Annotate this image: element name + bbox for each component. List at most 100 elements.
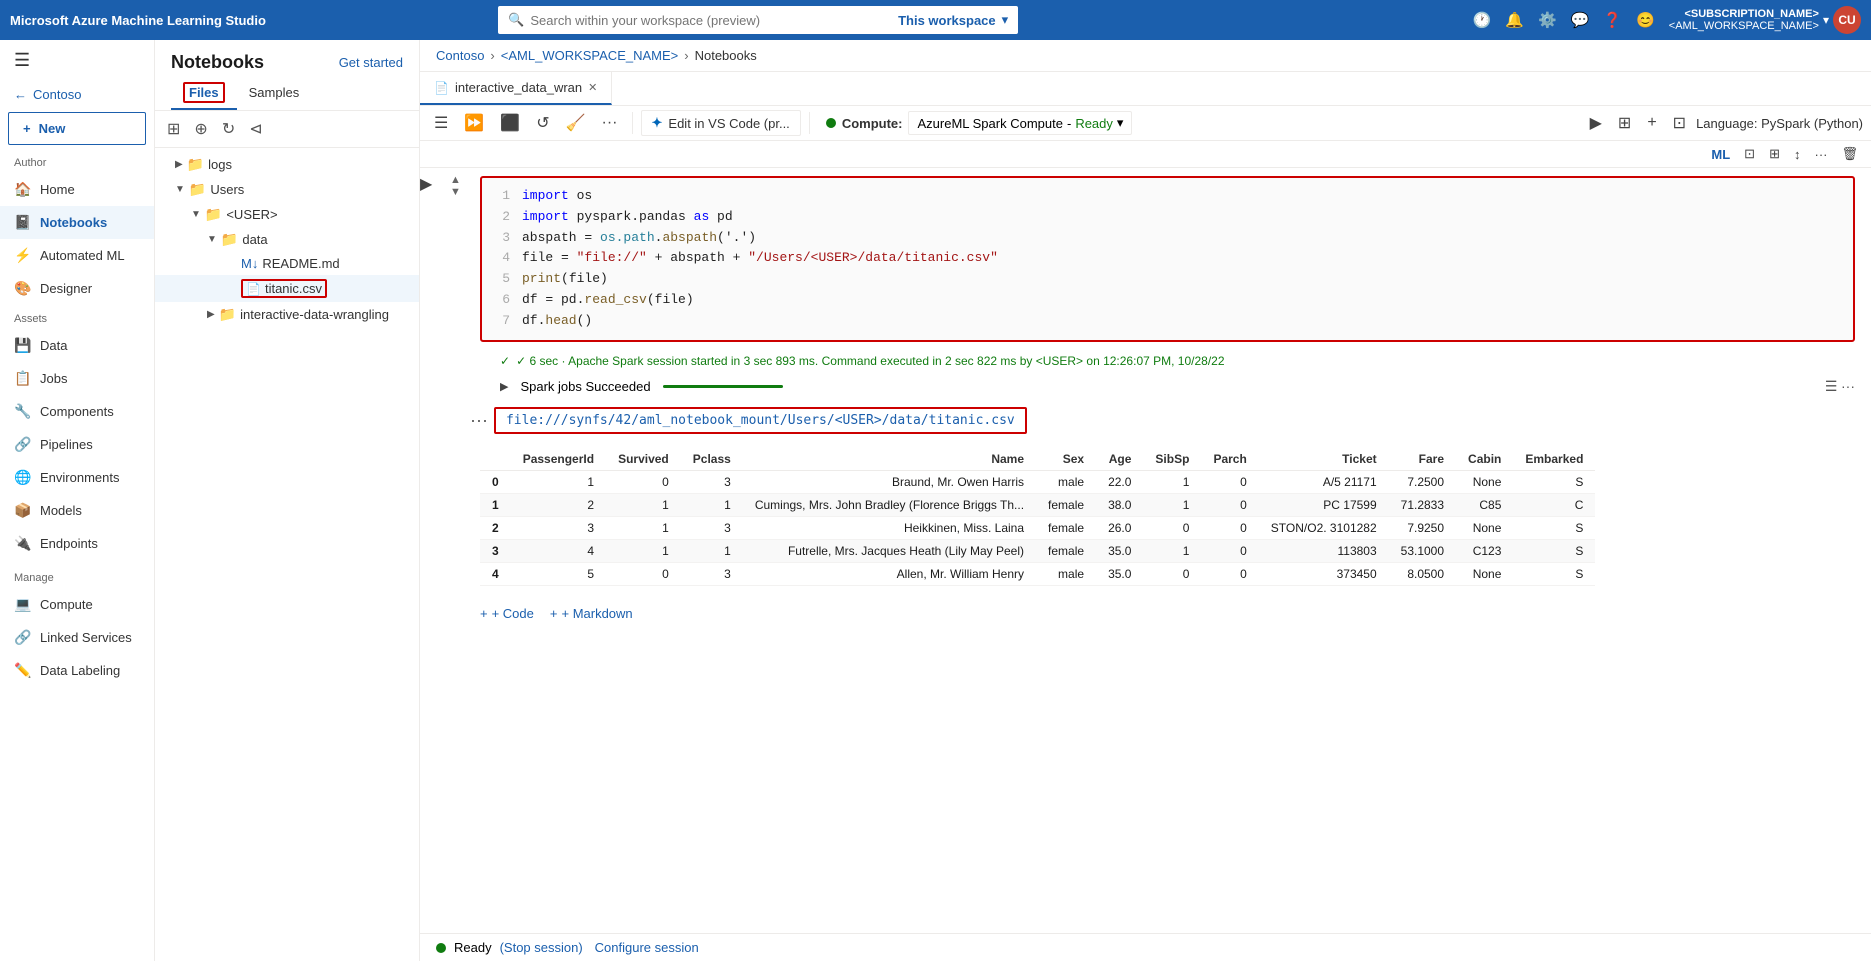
toolbar-stop-btn[interactable]: ⬛ — [494, 110, 526, 136]
refresh-btn[interactable]: ↻ — [218, 117, 239, 141]
add-cell-row: + + Code + + Markdown — [420, 594, 1871, 633]
upload-btn[interactable]: ⊕ — [190, 117, 211, 141]
table-header-row: PassengerId Survived Pclass Name Sex Age… — [480, 448, 1595, 471]
environments-icon: 🌐 — [14, 469, 32, 486]
sidebar-item-linked-services[interactable]: 🔗 Linked Services — [0, 621, 154, 654]
search-bar[interactable]: 🔍 This workspace ▾ — [498, 6, 1018, 34]
bell-icon[interactable]: 🔔 — [1505, 11, 1524, 29]
avatar[interactable]: CU — [1833, 6, 1861, 34]
help-icon[interactable]: ❓ — [1603, 11, 1622, 29]
sidebar-item-jobs[interactable]: 📋 Jobs — [0, 362, 154, 395]
sidebar-item-home[interactable]: 🏠 Home — [0, 173, 154, 206]
spark-more-btn[interactable]: ☰ ··· — [1825, 378, 1855, 395]
table-cell: 3 — [511, 516, 606, 539]
toolbar-more-btn[interactable]: ··· — [596, 111, 624, 135]
add-code-btn[interactable]: + + Code — [480, 606, 534, 621]
notebook-tabs: 📄 interactive_data_wran ✕ — [420, 72, 1871, 106]
sidebar-item-compute[interactable]: 💻 Compute — [0, 588, 154, 621]
workspace-dropdown-icon[interactable]: ▾ — [1002, 12, 1009, 28]
sidebar-item-components[interactable]: 🔧 Components — [0, 395, 154, 428]
tree-item-data[interactable]: ▼ 📁 data — [155, 227, 419, 252]
toolbar-run-all-btn[interactable]: ⏩ — [458, 110, 490, 136]
file-toolbar: ⊞ ⊕ ↻ ⊲ — [155, 111, 419, 148]
file-path-row: ··· file:///synfs/42/aml_notebook_mount/… — [420, 401, 1871, 440]
down-arrow[interactable]: ▼ — [450, 186, 461, 198]
sidebar-item-automated-ml[interactable]: ⚡ Automated ML — [0, 239, 154, 272]
sidebar-item-data[interactable]: 💾 Data — [0, 329, 154, 362]
copy-cell-btn[interactable]: ⊡ — [1667, 110, 1692, 136]
sidebar-item-environments[interactable]: 🌐 Environments — [0, 461, 154, 494]
breadcrumb-workspace[interactable]: <AML_WORKSPACE_NAME> — [501, 48, 678, 63]
edit-vscode-btn[interactable]: ✦ Edit in VS Code (pr... — [641, 110, 801, 136]
tree-item-logs[interactable]: ▶ 📁 logs — [155, 152, 419, 177]
ml-btn[interactable]: ML — [1706, 145, 1735, 164]
spark-chevron-icon[interactable]: ▶ — [500, 380, 508, 393]
notebooks-panel-title: Notebooks — [171, 52, 264, 73]
tab-close-btn[interactable]: ✕ — [588, 81, 597, 94]
up-arrow[interactable]: ▲ — [450, 174, 461, 186]
table-row: 3411Futrelle, Mrs. Jacques Heath (Lily M… — [480, 539, 1595, 562]
tree-item-titanic-csv[interactable]: 📄 titanic.csv — [155, 275, 419, 302]
code-line-1: 1 import os — [494, 186, 1841, 207]
add-cell-below-btn[interactable]: ⊞ — [1612, 110, 1637, 136]
sidebar-contoso[interactable]: ← Contoso — [0, 81, 154, 108]
sidebar-item-data-labeling[interactable]: ✏️ Data Labeling — [0, 654, 154, 687]
run-btn[interactable]: ▶ — [1584, 110, 1608, 136]
sidebar-item-models[interactable]: 📦 Models — [0, 494, 154, 527]
settings-icon[interactable]: ⚙️ — [1538, 11, 1557, 29]
tree-item-users[interactable]: ▼ 📁 Users — [155, 177, 419, 202]
cell-action-1[interactable]: ⊡ — [1739, 144, 1760, 164]
add-markdown-btn[interactable]: + + Markdown — [550, 606, 633, 621]
cell-content: 1 import os 2 import pyspark.pandas as p… — [480, 172, 1871, 346]
new-folder-btn[interactable]: ⊞ — [163, 117, 184, 141]
account-info[interactable]: <SUBSCRIPTION_NAME> <AML_WORKSPACE_NAME>… — [1669, 6, 1861, 34]
account-dropdown-icon[interactable]: ▾ — [1823, 13, 1829, 27]
data-labeling-icon: ✏️ — [14, 662, 32, 679]
sidebar-item-designer[interactable]: 🎨 Designer — [0, 272, 154, 305]
cell-action-more[interactable]: ··· — [1809, 145, 1832, 164]
notebook-tab-interactive[interactable]: 📄 interactive_data_wran ✕ — [420, 72, 612, 105]
clock-icon[interactable]: 🕐 — [1473, 11, 1492, 29]
toolbar-restart-btn[interactable]: ↺ — [530, 110, 555, 136]
cell-delete-btn[interactable]: 🗑 — [1836, 144, 1863, 164]
tree-item-user[interactable]: ▼ 📁 <USER> — [155, 202, 419, 227]
add-cell-above-btn[interactable]: + — [1641, 111, 1662, 135]
sidebar-item-endpoints[interactable]: 🔌 Endpoints — [0, 527, 154, 560]
cell-action-3[interactable]: ↕ — [1789, 145, 1806, 164]
code-line-5: 5 print(file) — [494, 269, 1841, 290]
configure-session-link[interactable]: Configure session — [595, 940, 699, 955]
table-cell: male — [1036, 562, 1096, 585]
cell-more-dots[interactable]: ··· — [470, 410, 488, 431]
table-cell: 4 — [480, 562, 511, 585]
sidebar-data-labeling-label: Data Labeling — [40, 663, 120, 678]
left-sidebar: ☰ ← Contoso + New Author 🏠 Home 📓 Notebo… — [0, 40, 155, 961]
manage-section-label: Manage — [0, 564, 154, 588]
tab-samples[interactable]: Samples — [237, 77, 312, 110]
tab-files[interactable]: Files — [171, 77, 237, 110]
compute-dropdown[interactable]: AzureML Spark Compute - Ready ▾ — [908, 111, 1132, 135]
sidebar-item-pipelines[interactable]: 🔗 Pipelines — [0, 428, 154, 461]
logs-chevron: ▶ — [175, 159, 183, 170]
new-button[interactable]: + New — [8, 112, 146, 145]
toolbar-clear-btn[interactable]: 🧹 — [560, 110, 592, 136]
spark-ellipsis-btn[interactable]: ··· — [1841, 378, 1855, 394]
emoji-icon[interactable]: 😊 — [1636, 11, 1655, 29]
hamburger-menu[interactable]: ☰ — [0, 40, 154, 81]
collapse-btn[interactable]: ⊲ — [245, 117, 266, 141]
code-cell-box[interactable]: 1 import os 2 import pyspark.pandas as p… — [480, 176, 1855, 342]
tree-item-readme[interactable]: M↓ README.md — [155, 252, 419, 275]
tree-item-interactive-data[interactable]: ▶ 📁 interactive-data-wrangling — [155, 302, 419, 327]
get-started-link[interactable]: Get started — [339, 55, 403, 70]
feedback-icon[interactable]: 💬 — [1571, 11, 1590, 29]
cell-action-2[interactable]: ⊞ — [1764, 144, 1785, 164]
spark-list-btn[interactable]: ☰ — [1825, 378, 1838, 395]
stop-session-link[interactable]: (Stop session) — [500, 940, 583, 955]
breadcrumb-contoso[interactable]: Contoso — [436, 48, 484, 63]
sidebar-item-notebooks[interactable]: 📓 Notebooks — [0, 206, 154, 239]
search-input[interactable] — [530, 13, 892, 28]
cell-play-btn[interactable]: ▶ — [420, 174, 432, 194]
table-row: 1211Cumings, Mrs. John Bradley (Florence… — [480, 493, 1595, 516]
toolbar-menu-btn[interactable]: ☰ — [428, 110, 454, 136]
this-workspace-label[interactable]: This workspace — [898, 13, 996, 28]
models-icon: 📦 — [14, 502, 32, 519]
